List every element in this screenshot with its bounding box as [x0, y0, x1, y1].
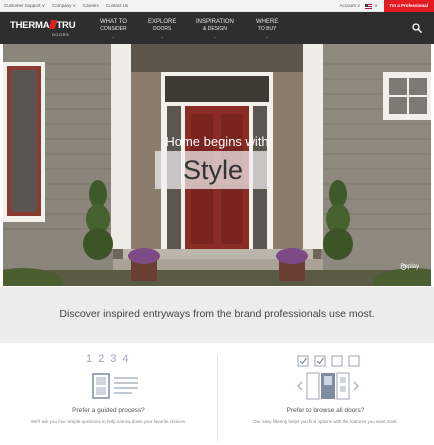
nav-item-line2: CONSIDER: [100, 26, 127, 32]
careers-link[interactable]: Careers: [83, 3, 99, 9]
nav-item-line1: EXPLORE: [148, 19, 177, 25]
brand-logo[interactable]: THERMA TRU: [10, 20, 76, 31]
brand-left: THERMA: [10, 20, 50, 31]
guided-title: Prefer a guided process?: [72, 407, 145, 414]
browse-doors-option[interactable]: Prefer to browse all doors? Our easy fil…: [217, 343, 434, 445]
nav-item-line2: DOORS: [153, 26, 172, 32]
hero-emphasis: Style: [182, 155, 244, 185]
replay-icon: [400, 264, 407, 270]
hero-headline: Home begins with: [165, 134, 269, 149]
main-nav: THERMA TRU DOORS WHAT TO CONSIDER ⌄ EXPLO…: [0, 12, 434, 44]
nav-item-line1: WHERE: [256, 19, 279, 25]
utility-links: Customer Support ∨ Company ∨ Careers Con…: [4, 3, 128, 9]
browse-title: Prefer to browse all doors?: [286, 407, 365, 414]
nav-what-to-consider[interactable]: WHAT TO CONSIDER ⌄: [100, 19, 127, 40]
step-numbers: 1 2 3 4: [86, 353, 129, 365]
utility-right: Account ∨ ∨ I'm a Professional: [340, 0, 434, 12]
nav-item-line2: & DESIGN: [203, 26, 227, 32]
step-number: 2: [98, 353, 105, 365]
us-flag-icon[interactable]: [365, 3, 373, 9]
door-carousel-icon: [297, 372, 359, 400]
guided-process-option[interactable]: 1 2 3 4 Prefer a guided process? We'll a…: [0, 343, 217, 445]
company-link[interactable]: Company ∨: [52, 3, 76, 9]
chevron-down-icon: ⌄: [111, 34, 116, 39]
nav-inspiration-design[interactable]: INSPIRATION & DESIGN ⌄: [196, 19, 234, 40]
guided-description: We'll ask you four simple questions to h…: [30, 419, 187, 424]
replay-button[interactable]: Replay: [400, 264, 419, 270]
nav-item-line2: TO BUY: [257, 26, 277, 32]
language-caret[interactable]: ∨: [374, 3, 377, 9]
discover-band: Discover inspired entryways from the bra…: [0, 287, 434, 343]
chevron-down-icon: ⌄: [213, 34, 217, 39]
nav-explore-doors[interactable]: EXPLORE DOORS ⌄: [148, 19, 176, 40]
discover-text: Discover inspired entryways from the bra…: [59, 308, 375, 320]
browse-description: Our easy filtering helps you find option…: [253, 419, 398, 424]
professional-button[interactable]: I'm a Professional: [383, 0, 434, 12]
hero-banner: Home begins with Style Replay: [3, 44, 431, 286]
account-link[interactable]: Account ∨: [340, 3, 361, 9]
page: Customer Support ∨ Company ∨ Careers Con…: [0, 0, 434, 445]
customer-support-link[interactable]: Customer Support ∨: [4, 3, 45, 9]
filter-checkboxes-icon: [297, 355, 360, 367]
brand-sub: DOORS: [52, 32, 70, 37]
step-number: 3: [110, 353, 117, 365]
brand-right: TRU: [56, 20, 76, 31]
step-number: 4: [122, 353, 129, 365]
step-number: 1: [86, 353, 93, 365]
chevron-down-icon: ⌄: [265, 34, 269, 39]
guided-door-icon: [92, 373, 138, 399]
nav-where-to-buy[interactable]: WHERE TO BUY ⌄: [256, 19, 278, 40]
chevron-down-icon: ⌄: [160, 34, 164, 39]
options-section: 1 2 3 4 Prefer a guided process? We'll a…: [0, 343, 434, 445]
style-callout: Style: [155, 151, 271, 189]
nav-item-line1: WHAT TO: [100, 19, 127, 25]
search-icon[interactable]: [412, 23, 422, 33]
utility-bar: Customer Support ∨ Company ∨ Careers Con…: [0, 0, 434, 12]
nav-item-line1: INSPIRATION: [196, 19, 234, 25]
contact-us-link[interactable]: Contact Us: [106, 3, 128, 9]
